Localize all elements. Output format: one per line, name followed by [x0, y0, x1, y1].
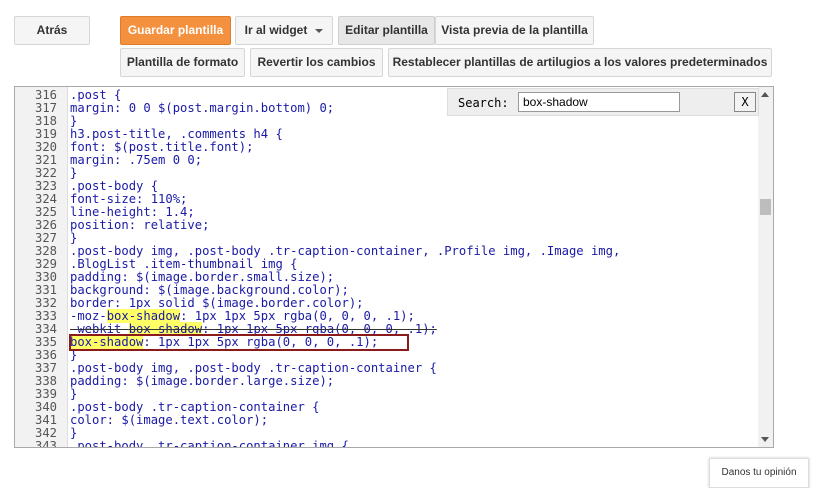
code-text: margin: 0 0 $(post.margin.bottom) 0; — [70, 101, 335, 115]
scroll-up-icon[interactable] — [761, 92, 769, 97]
format-template-button[interactable]: Plantilla de formato — [120, 48, 245, 77]
code-text: box-shadow: 1px 1px 5px rgba(0, 0, 0, .1… — [70, 335, 379, 349]
vertical-scrollbar[interactable] — [758, 87, 773, 447]
tab-edit-template[interactable]: Editar plantilla — [338, 16, 435, 45]
back-button[interactable]: Atrás — [14, 16, 90, 45]
reset-widget-templates-button[interactable]: Restablecer plantillas de artilugios a l… — [388, 48, 772, 77]
revert-changes-button[interactable]: Revertir los cambios — [250, 48, 383, 77]
go-to-widget-dropdown[interactable]: Ir al widget — [235, 16, 333, 45]
code-suffix: : 1px 1px 5px rgba(0, 0, 0, .1); — [180, 309, 415, 323]
chevron-down-icon — [315, 28, 324, 33]
code-suffix: : 1px 1px 5px rgba(0, 0, 0, .1); — [143, 335, 379, 349]
search-match: box-shadow — [70, 335, 144, 349]
search-input[interactable] — [518, 92, 680, 112]
close-search-button[interactable]: X — [734, 92, 756, 112]
feedback-button[interactable]: Danos tu opinión — [709, 458, 809, 488]
code-text: .post-body .tr-caption-container img { — [70, 439, 349, 448]
line-number: 343 — [34, 439, 57, 448]
code-editor[interactable]: 316 .post {317 margin: 0 0 $(post.margin.b… — [14, 86, 774, 448]
code-prefix: -webkit- — [70, 322, 129, 336]
search-label: Search: — [458, 96, 509, 110]
code-prefix: -moz- — [70, 309, 107, 323]
code-text: position: relative; — [70, 218, 210, 232]
save-template-button[interactable]: Guardar plantilla — [120, 16, 231, 45]
search-panel: Search: X — [447, 88, 759, 116]
search-match: box-shadow — [128, 322, 203, 336]
go-to-widget-label: Ir al widget — [244, 23, 308, 37]
search-match: box-shadow — [106, 309, 181, 323]
code-text: margin: .75em 0 0; — [70, 153, 203, 167]
tab-preview-template[interactable]: Vista previa de la plantilla — [435, 16, 594, 45]
scroll-down-icon[interactable] — [761, 437, 769, 442]
code-text: color: $(image.text.color); — [70, 413, 269, 427]
code-suffix: : 1px 1px 5px rgba(0, 0, 0, .1); — [202, 322, 437, 336]
code-text: padding: $(image.border.large.size); — [70, 374, 335, 388]
scrollbar-thumb[interactable] — [760, 199, 771, 215]
